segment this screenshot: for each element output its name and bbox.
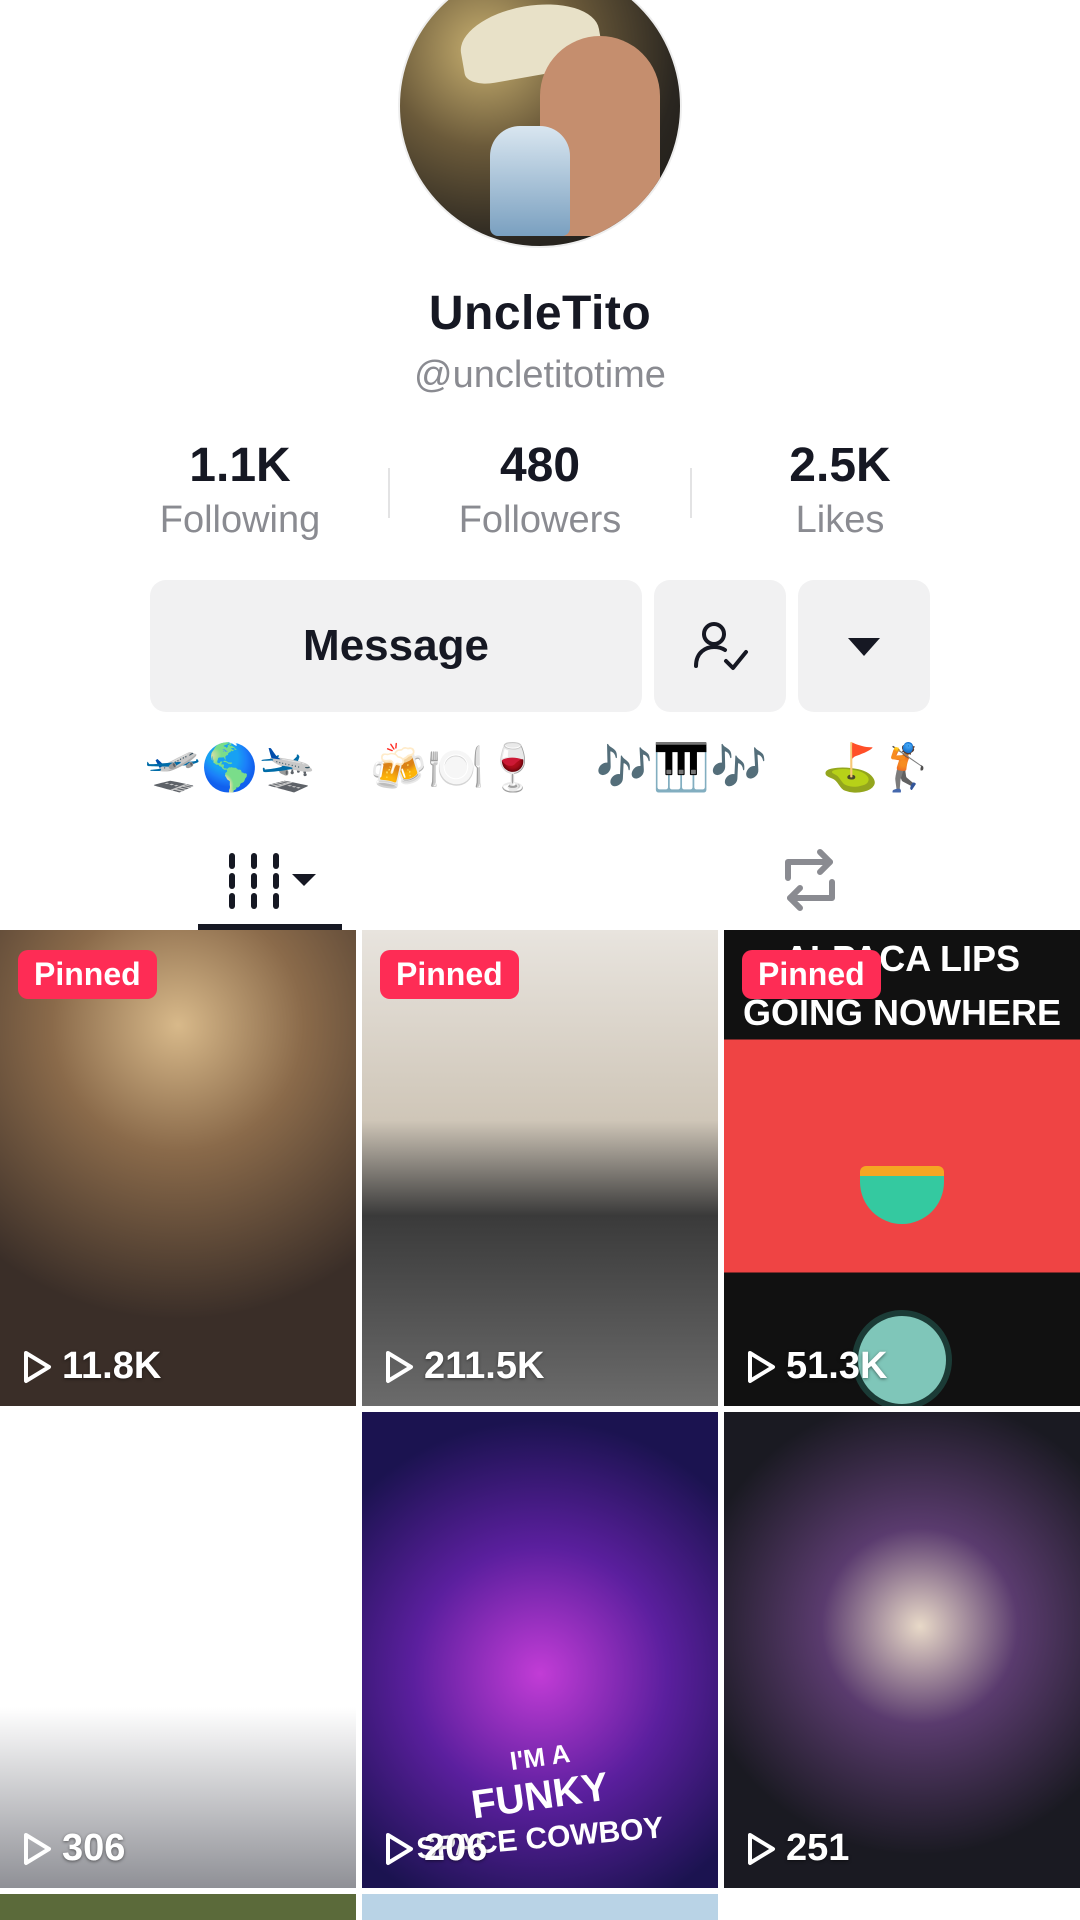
play-icon: [24, 1350, 51, 1383]
view-count-value: 211.5K: [424, 1345, 545, 1387]
play-icon: [748, 1350, 775, 1383]
view-count: 206: [384, 1827, 487, 1870]
grid-icon: [229, 853, 316, 909]
soup-bowl-illustration: [860, 1166, 944, 1224]
stat-divider: [388, 468, 390, 518]
view-count: 306: [22, 1827, 125, 1870]
bio-emoji-row: 🛫🌎🛬 🍻🍽️🍷 🎶🎹🎶 ⛳🏌️: [0, 740, 1080, 795]
repost-icon: [785, 849, 835, 911]
play-icon: [386, 1350, 413, 1383]
bio-emoji-travel: 🛫🌎🛬: [143, 740, 316, 794]
stat-following[interactable]: 1.1K Following: [120, 438, 360, 542]
view-count: 251: [746, 1827, 849, 1870]
display-name: UncleTito: [428, 287, 652, 340]
tab-reposts[interactable]: [762, 840, 858, 920]
video-tile[interactable]: Pinned 11.8K: [0, 930, 356, 1406]
view-count: 211.5K: [384, 1345, 544, 1388]
video-tile-partial[interactable]: [0, 1894, 356, 1920]
more-options-button[interactable]: [798, 580, 930, 712]
video-tile[interactable]: 251: [724, 1412, 1080, 1888]
stat-following-label: Following: [159, 499, 321, 541]
bio-emoji-music: 🎶🎹🎶: [595, 740, 768, 794]
stat-divider: [690, 468, 692, 518]
profile-tabs: [0, 820, 1080, 930]
view-count: 51.3K: [746, 1345, 887, 1388]
stat-followers[interactable]: 480 Followers: [420, 438, 660, 542]
play-icon: [386, 1832, 413, 1865]
stat-followers-label: Followers: [458, 499, 622, 541]
stat-likes-value: 2.5K: [789, 439, 891, 492]
pinned-badge: Pinned: [742, 950, 881, 999]
following-status-button[interactable]: [654, 580, 786, 712]
pinned-badge: Pinned: [18, 950, 157, 999]
stat-likes[interactable]: 2.5K Likes: [720, 438, 960, 542]
stat-likes-label: Likes: [795, 499, 885, 541]
tab-videos[interactable]: [198, 840, 342, 920]
stat-following-value: 1.1K: [189, 439, 291, 492]
view-count: 11.8K: [22, 1345, 161, 1388]
video-tile[interactable]: I'M A FUNKY SPACE COWBOY 206: [362, 1412, 718, 1888]
bio-emoji-golf: ⛳🏌️: [821, 740, 937, 794]
video-tile[interactable]: 306: [0, 1412, 356, 1888]
caret-down-icon: [848, 638, 880, 656]
video-tile[interactable]: ALPACA LIPS GOING NOWHERE Pinned 51.3K: [724, 930, 1080, 1406]
message-button[interactable]: Message: [150, 580, 642, 712]
username: @uncletitotime: [414, 354, 666, 396]
bio-emoji-dining: 🍻🍽️🍷: [369, 740, 542, 794]
play-icon: [748, 1832, 775, 1865]
pinned-badge: Pinned: [380, 950, 519, 999]
video-tile-partial[interactable]: [362, 1894, 718, 1920]
user-check-icon: [694, 622, 748, 670]
view-count-value: 51.3K: [786, 1345, 888, 1387]
view-count-value: 306: [62, 1827, 126, 1869]
play-icon: [24, 1832, 51, 1865]
view-count-value: 206: [424, 1827, 488, 1869]
profile-avatar[interactable]: [398, 0, 682, 248]
view-count-value: 251: [786, 1827, 850, 1869]
view-count-value: 11.8K: [62, 1345, 162, 1387]
avatar-bottle: [490, 126, 570, 236]
video-tile[interactable]: Pinned 211.5K: [362, 930, 718, 1406]
stat-followers-value: 480: [499, 439, 581, 492]
